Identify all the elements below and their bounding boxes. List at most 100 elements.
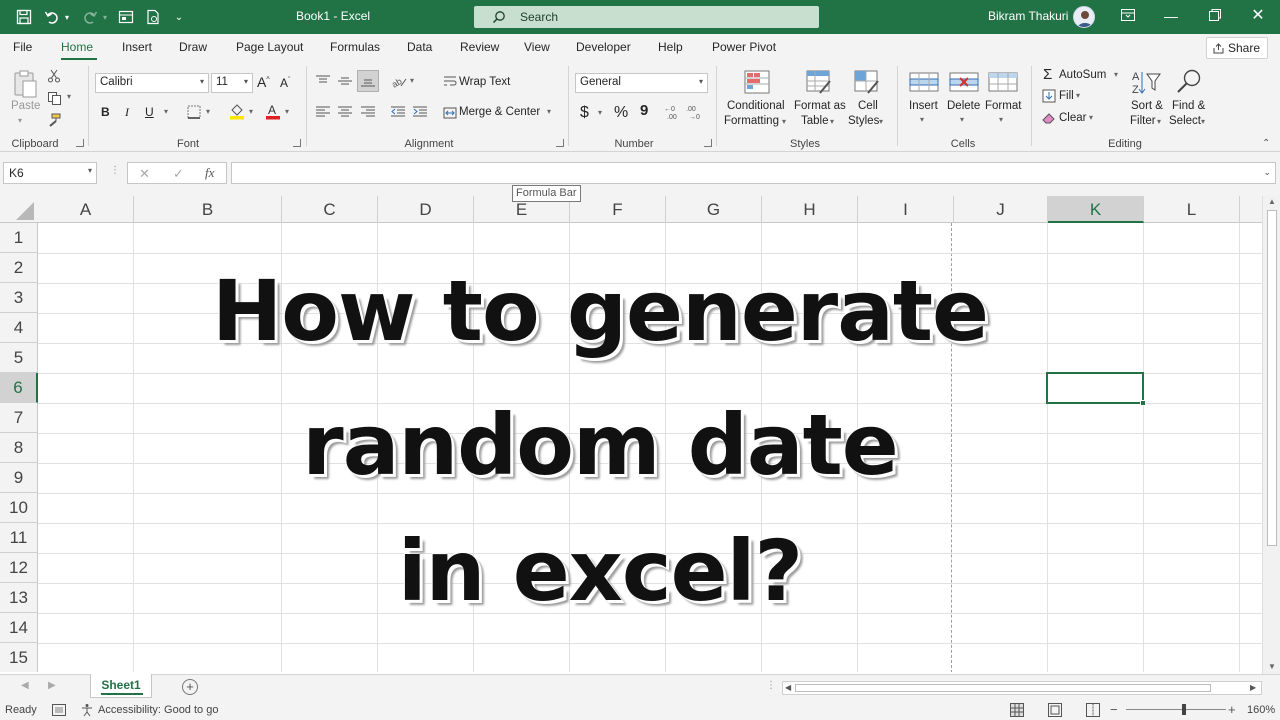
- cell-styles-label-2[interactable]: Styles: [848, 115, 879, 127]
- zoom-in-icon[interactable]: +: [1228, 702, 1236, 717]
- find-select-dropdown-icon[interactable]: ▾: [1201, 117, 1205, 126]
- search-input[interactable]: Search: [474, 6, 819, 28]
- zoom-slider-thumb[interactable]: [1182, 704, 1186, 715]
- italic-button[interactable]: I: [125, 105, 129, 120]
- zoom-level[interactable]: 160%: [1247, 704, 1275, 716]
- clipboard-dialog-launcher-icon[interactable]: [76, 139, 84, 147]
- ribbon-display-icon[interactable]: [1113, 5, 1143, 27]
- number-format-select[interactable]: General ▾: [575, 73, 708, 93]
- font-dialog-launcher-icon[interactable]: [293, 139, 301, 147]
- currency-button[interactable]: $: [580, 104, 589, 122]
- orientation-icon[interactable]: ab: [389, 72, 409, 90]
- format-as-table-icon[interactable]: [805, 68, 833, 96]
- orientation-dropdown-icon[interactable]: ▾: [410, 76, 414, 85]
- tab-formulas[interactable]: Formulas: [330, 40, 380, 54]
- zoom-out-icon[interactable]: −: [1110, 702, 1118, 717]
- accessibility-status[interactable]: Accessibility: Good to go: [98, 704, 218, 716]
- autosum-button[interactable]: AutoSum: [1059, 69, 1106, 81]
- scroll-right-icon[interactable]: ▶: [1250, 683, 1256, 692]
- tab-home[interactable]: Home: [61, 40, 93, 54]
- row-header-10[interactable]: 10: [0, 493, 38, 523]
- select-all-button[interactable]: [0, 196, 38, 223]
- next-sheet-icon[interactable]: ▶: [48, 680, 56, 691]
- insert-function-icon[interactable]: fx: [205, 165, 214, 181]
- column-header-g[interactable]: G: [666, 196, 762, 223]
- column-header-k[interactable]: K: [1048, 196, 1144, 223]
- align-left-icon[interactable]: [314, 103, 332, 121]
- tab-data[interactable]: Data: [407, 40, 432, 54]
- form-icon[interactable]: [116, 7, 136, 27]
- print-preview-icon[interactable]: [144, 7, 162, 27]
- paste-dropdown-icon[interactable]: ▾: [18, 116, 22, 125]
- column-header-l[interactable]: L: [1144, 196, 1240, 223]
- conditional-formatting-icon[interactable]: [743, 68, 771, 96]
- insert-cells-button[interactable]: Insert: [909, 100, 938, 112]
- sort-filter-icon[interactable]: AZ: [1131, 68, 1161, 96]
- autosum-dropdown-icon[interactable]: ▾: [1114, 70, 1118, 79]
- name-box[interactable]: K6 ▾: [3, 162, 97, 184]
- alignment-dialog-launcher-icon[interactable]: [556, 139, 564, 147]
- merge-center-dropdown-icon[interactable]: ▾: [547, 107, 551, 116]
- conditional-formatting-label-1[interactable]: Conditional: [727, 100, 785, 112]
- cut-icon[interactable]: [46, 68, 62, 84]
- bottom-align-icon[interactable]: [357, 70, 379, 92]
- restore-icon[interactable]: [1200, 5, 1230, 27]
- tab-power-pivot[interactable]: Power Pivot: [712, 40, 776, 54]
- delete-cells-icon[interactable]: [949, 70, 979, 94]
- font-color-icon[interactable]: A: [264, 102, 282, 120]
- delete-cells-button[interactable]: Delete: [947, 100, 980, 112]
- redo-dropdown-icon[interactable]: ▾: [100, 7, 110, 27]
- format-cells-button[interactable]: Format: [985, 100, 1021, 112]
- top-align-icon[interactable]: [314, 72, 332, 90]
- row-header-1[interactable]: 1: [0, 223, 38, 253]
- minimize-icon[interactable]: —: [1156, 5, 1186, 27]
- fill-dropdown-icon[interactable]: ▾: [1076, 91, 1080, 100]
- increase-indent-icon[interactable]: [411, 103, 429, 121]
- currency-dropdown-icon[interactable]: ▾: [598, 108, 602, 117]
- number-dialog-launcher-icon[interactable]: [704, 139, 712, 147]
- column-header-f[interactable]: F: [570, 196, 666, 223]
- paste-icon[interactable]: [10, 68, 40, 100]
- fill-color-icon[interactable]: [228, 102, 246, 120]
- align-center-icon[interactable]: [336, 103, 354, 121]
- paste-label[interactable]: Paste: [11, 100, 40, 112]
- cell-styles-dropdown-icon[interactable]: ▾: [879, 117, 883, 126]
- font-size-select[interactable]: 11 ▾: [211, 73, 253, 93]
- formula-input[interactable]: ⌄: [231, 162, 1276, 184]
- decrease-decimal-icon[interactable]: .00 →0: [686, 104, 704, 120]
- cell-styles-label-1[interactable]: Cell: [858, 100, 878, 112]
- tab-split-handle-icon[interactable]: ⋮: [766, 680, 776, 691]
- scroll-up-icon[interactable]: ▲: [1268, 197, 1276, 206]
- column-header-d[interactable]: D: [378, 196, 474, 223]
- column-header-j[interactable]: J: [954, 196, 1048, 223]
- comma-style-button[interactable]: 9: [640, 102, 648, 119]
- middle-align-icon[interactable]: [336, 72, 354, 90]
- vertical-scroll-thumb[interactable]: [1267, 210, 1277, 546]
- tab-insert[interactable]: Insert: [122, 40, 152, 54]
- fill-button[interactable]: Fill: [1059, 90, 1074, 102]
- delete-cells-dropdown-icon[interactable]: ▾: [960, 115, 964, 124]
- font-name-select[interactable]: Calibri ▾: [95, 73, 209, 93]
- scroll-down-icon[interactable]: ▼: [1268, 662, 1276, 671]
- collapse-ribbon-icon[interactable]: ⌃: [1262, 138, 1270, 149]
- tab-file[interactable]: File: [13, 40, 32, 54]
- column-header-a[interactable]: A: [38, 196, 134, 223]
- tab-view[interactable]: View: [524, 40, 550, 54]
- underline-dropdown-icon[interactable]: ▾: [164, 107, 168, 116]
- autosum-icon[interactable]: Σ: [1043, 66, 1052, 83]
- redo-icon[interactable]: [80, 7, 100, 27]
- row-header-15[interactable]: 15: [0, 643, 38, 672]
- increase-font-size-icon[interactable]: A^: [257, 74, 270, 90]
- fill-color-dropdown-icon[interactable]: ▾: [249, 107, 253, 116]
- increase-decimal-icon[interactable]: ←0.00: [664, 104, 682, 120]
- page-layout-view-icon[interactable]: [1048, 703, 1062, 717]
- sort-filter-label-1[interactable]: Sort &: [1131, 100, 1163, 112]
- percent-button[interactable]: %: [614, 104, 628, 122]
- copy-dropdown-icon[interactable]: ▾: [67, 92, 71, 101]
- borders-dropdown-icon[interactable]: ▾: [206, 107, 210, 116]
- format-as-table-label-1[interactable]: Format as: [794, 100, 846, 112]
- merge-center-button[interactable]: Merge & Center: [459, 106, 540, 118]
- borders-icon[interactable]: [186, 104, 202, 120]
- tab-review[interactable]: Review: [460, 40, 499, 54]
- macro-recording-icon[interactable]: [52, 704, 66, 716]
